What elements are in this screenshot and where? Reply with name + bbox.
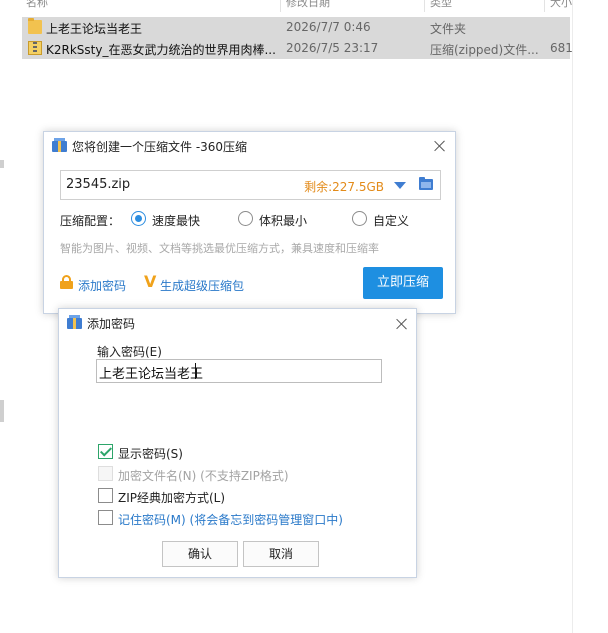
compression-hint: 智能为图片、视频、文档等挑选最优压缩方式，兼具速度和压缩率: [60, 242, 379, 255]
super-archive-link[interactable]: 生成超级压缩包: [160, 277, 244, 294]
nav-pane-edge: [0, 400, 4, 422]
file-type: 文件夹: [430, 22, 467, 36]
zip-icon: [28, 41, 42, 55]
confirm-button[interactable]: 确认: [162, 541, 238, 567]
password-input-value: 上老王论坛当老王: [99, 367, 204, 382]
compress-dialog: 您将创建一个压缩文件 -360压缩 23545.zip 剩余:227.5GB 压…: [43, 131, 456, 314]
archive-filename-value: 23545.zip: [66, 177, 131, 192]
file-date: 2026/7/7 0:46: [286, 20, 371, 34]
file-size: 681: [550, 41, 573, 55]
explorer-column-header: 名称 修改日期 类型 大小: [0, 0, 608, 12]
folder-icon: [28, 18, 42, 34]
file-row-zip[interactable]: K2RkSsty_在恶女武力统治的世界用肉棒... 2026/7/5 23:17…: [22, 38, 573, 59]
free-space-label: 剩余:227.5GB: [304, 180, 384, 194]
password-dialog: 添加密码 输入密码(E) 上老王论坛当老王 显示密码(S) 加密文件名(N) (…: [58, 308, 417, 578]
archive-app-icon: [67, 315, 82, 329]
column-type-header[interactable]: 类型: [430, 0, 452, 10]
archive-filename-field[interactable]: 23545.zip 剩余:227.5GB: [60, 170, 441, 200]
archive-app-icon: [52, 138, 67, 152]
password-input-label: 输入密码(E): [97, 345, 162, 359]
compress-now-button[interactable]: 立即压缩: [363, 267, 443, 299]
password-input[interactable]: 上老王论坛当老王: [96, 359, 382, 383]
column-date-header[interactable]: 修改日期: [286, 0, 330, 10]
column-name-header[interactable]: 名称: [26, 0, 48, 10]
column-separator[interactable]: [544, 0, 545, 12]
column-separator[interactable]: [424, 0, 425, 12]
close-icon[interactable]: [394, 316, 410, 332]
chevron-down-icon[interactable]: [394, 182, 406, 189]
file-date: 2026/7/5 23:17: [286, 41, 379, 55]
close-icon[interactable]: [432, 138, 448, 154]
compression-config-label: 压缩配置：: [60, 214, 121, 228]
add-password-link[interactable]: 添加密码: [78, 277, 126, 294]
compress-dialog-titlebar[interactable]: 您将创建一个压缩文件 -360压缩: [44, 132, 455, 159]
nav-pane-edge: [0, 160, 4, 168]
column-separator[interactable]: [280, 0, 281, 12]
file-name: K2RkSsty_在恶女武力统治的世界用肉棒...: [46, 43, 276, 57]
file-row-folder[interactable]: 上老王论坛当老王 2026/7/7 0:46 文件夹: [22, 17, 570, 38]
file-type: 压缩(zipped)文件...: [430, 43, 539, 57]
text-caret: [195, 363, 196, 379]
file-name: 上老王论坛当老王: [46, 22, 143, 36]
v-badge-icon[interactable]: V: [144, 272, 156, 291]
window-edge: [572, 0, 573, 633]
password-dialog-titlebar[interactable]: 添加密码: [59, 309, 416, 336]
browse-folder-icon[interactable]: [419, 177, 433, 190]
cancel-button[interactable]: 取消: [243, 541, 319, 567]
compress-dialog-title: 您将创建一个压缩文件 -360压缩: [72, 140, 248, 154]
lock-icon[interactable]: [60, 275, 73, 289]
column-size-header[interactable]: 大小: [550, 0, 572, 10]
password-dialog-title: 添加密码: [87, 317, 136, 331]
